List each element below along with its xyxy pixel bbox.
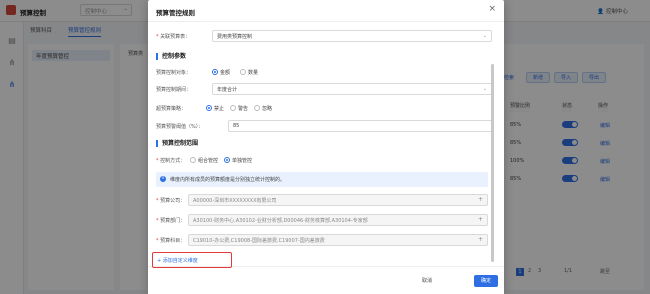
plus-icon[interactable]: + (478, 236, 483, 243)
radio-ignore[interactable]: 忽略 (254, 105, 272, 112)
section-control-scope: 预算控制范围 (156, 140, 198, 147)
over-budget-strategy-label: 超预算策略： (156, 106, 187, 112)
confirm-button[interactable]: 确定 (474, 275, 498, 287)
radio-combined-control[interactable]: 组合管控 (190, 157, 218, 164)
info-text: 维度内所有成员的预算额度是分别独立统计控制的。 (170, 177, 286, 183)
department-label: * 预算部门： (156, 218, 186, 224)
chevron-down-icon: ⌄ (482, 86, 487, 92)
control-mode-label: * 控制方式： (156, 158, 186, 164)
department-value: A30100-财务中心,A30102-业财分析部,D00046-财务核算部,A3… (193, 218, 368, 224)
radio-unchecked-icon (190, 157, 196, 163)
company-field[interactable]: A00000-深圳市XXXXXXXX有限公司 + (188, 194, 488, 206)
budget-rule-dialog: 预算管控规则 × * 关联预算表： 费用类预算控制 ⌄ 控制参数 预算控制对象：… (148, 0, 504, 294)
add-custom-dimension-link[interactable]: + 添加自定义维度 (157, 257, 198, 264)
warn-threshold-value: 85 (233, 123, 240, 129)
company-label: * 预算公司： (156, 198, 186, 204)
radio-unchecked-icon (230, 105, 236, 111)
budget-table-value: 费用类预算控制 (217, 34, 253, 40)
plus-icon[interactable]: + (478, 216, 483, 223)
subject-field[interactable]: C19010-办公费,C19008-国际差旅费,C19007-国内差旅费 + (188, 234, 488, 246)
dialog-footer: 取消 确定 (148, 266, 504, 294)
radio-separate-control[interactable]: 单独管控 (224, 157, 252, 164)
dialog-title: 预算管控规则 (156, 9, 195, 17)
info-icon: i (160, 176, 166, 182)
dialog-scrollbar[interactable] (491, 64, 494, 262)
add-custom-dimension-highlight: + 添加自定义维度 (152, 252, 232, 268)
radio-warn[interactable]: 警告 (230, 105, 248, 112)
plus-icon[interactable]: + (478, 196, 483, 203)
radio-amount[interactable]: 金额 (212, 69, 230, 76)
dialog-body: * 关联预算表： 费用类预算控制 ⌄ 控制参数 预算控制对象： 金额 数量 预算… (148, 22, 504, 266)
chevron-down-icon: ⌄ (482, 33, 487, 39)
info-banner: i 维度内所有成员的预算额度是分别独立统计控制的。 (156, 172, 488, 187)
control-period-value: 年度合计 (217, 87, 238, 93)
subject-label: * 预算科目： (156, 238, 186, 244)
section-control-params: 控制参数 (156, 53, 186, 60)
radio-unchecked-icon (240, 69, 246, 75)
radio-unchecked-icon (254, 105, 260, 111)
close-icon[interactable]: × (488, 5, 496, 14)
warn-threshold-label: 预算预警阈值（%）： (156, 124, 204, 130)
radio-checked-icon (224, 157, 230, 163)
radio-forbid[interactable]: 禁止 (206, 105, 224, 112)
radio-checked-icon (212, 69, 218, 75)
cancel-button[interactable]: 取消 (413, 275, 441, 287)
control-period-select[interactable]: 年度合计 ⌄ (212, 83, 492, 95)
control-period-label: 预算控制期间： (156, 87, 192, 93)
subject-value: C19010-办公费,C19008-国际差旅费,C19007-国内差旅费 (193, 238, 325, 244)
radio-checked-icon (206, 105, 212, 111)
warn-threshold-input[interactable]: 85 (228, 120, 492, 132)
company-value: A00000-深圳市XXXXXXXX有限公司 (193, 198, 277, 204)
budget-table-label: * 关联预算表： (156, 34, 191, 40)
department-field[interactable]: A30100-财务中心,A30102-业财分析部,D00046-财务核算部,A3… (188, 214, 488, 226)
radio-quantity[interactable]: 数量 (240, 69, 258, 76)
budget-table-select[interactable]: 费用类预算控制 ⌄ (212, 30, 492, 42)
control-object-label: 预算控制对象： (156, 70, 192, 76)
